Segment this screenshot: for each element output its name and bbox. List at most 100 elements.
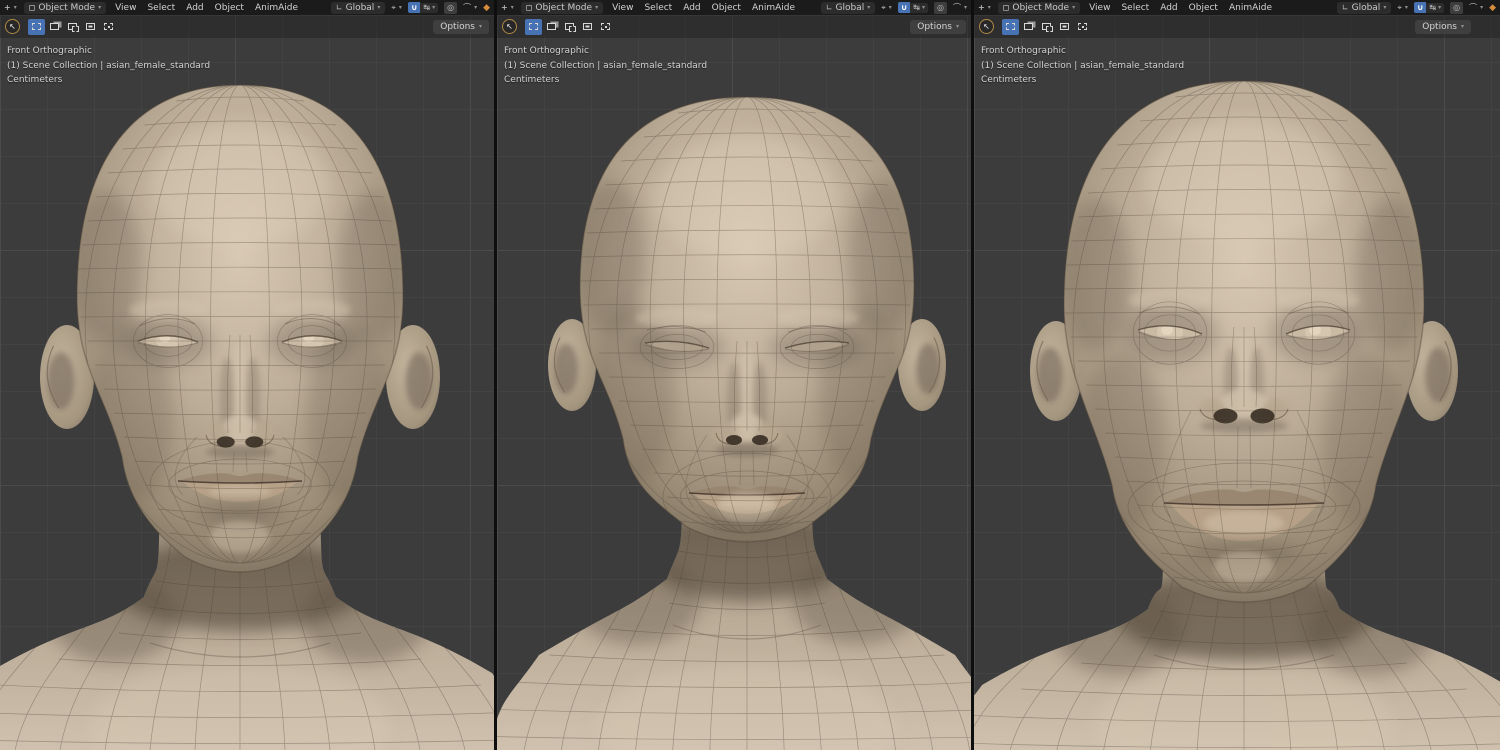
menu-select[interactable]: Select <box>145 3 177 13</box>
snap-settings-dropdown[interactable]: ↹ ▾ <box>910 2 928 13</box>
active-tool-icon[interactable]: ↖ <box>502 19 517 34</box>
chevron-down-icon: ▾ <box>478 22 482 30</box>
snapping-group: ∪ ↹ ▾ <box>897 2 928 13</box>
menu-select[interactable]: Select <box>642 3 674 13</box>
orientation-dropdown[interactable]: ∟ Global ▾ <box>1336 1 1392 14</box>
snap-toggle-button[interactable]: ∪ <box>897 2 911 13</box>
editor-type-button[interactable]: + ▾ <box>501 3 514 12</box>
select-mode-set[interactable] <box>1002 18 1019 35</box>
chevron-down-icon: ▾ <box>98 3 102 11</box>
pivot-dropdown[interactable]: ⌖ ▾ <box>1397 3 1408 12</box>
menu-animaide[interactable]: AnimAide <box>750 3 797 13</box>
gizmo-icon[interactable]: ◆ <box>483 3 490 13</box>
editor-type-icon: + <box>978 2 985 12</box>
active-tool-icon[interactable]: ↖ <box>979 19 994 34</box>
orientation-label: Global <box>1351 2 1381 13</box>
select-mode-invert[interactable] <box>1056 18 1073 35</box>
mode-dropdown[interactable]: ◻ Object Mode ▾ <box>23 1 107 14</box>
mode-dropdown[interactable]: ◻ Object Mode ▾ <box>520 1 604 14</box>
options-label: Options <box>440 21 475 32</box>
menu-object[interactable]: Object <box>213 3 246 13</box>
falloff-dropdown[interactable]: ⌒ ▾ <box>463 2 477 12</box>
chevron-down-icon: ▾ <box>921 3 925 11</box>
falloff-dropdown[interactable]: ⌒ ▾ <box>1469 3 1483 12</box>
proportional-edit-toggle[interactable]: ◎ <box>934 1 947 14</box>
options-dropdown[interactable]: Options ▾ <box>1415 19 1471 34</box>
magnet-icon: ∪ <box>900 3 908 12</box>
menu-view[interactable]: View <box>113 3 138 13</box>
head-model-male <box>0 84 494 750</box>
orientation-label: Global <box>345 2 375 13</box>
menu-add[interactable]: Add <box>1158 3 1179 13</box>
chevron-down-icon: ▾ <box>963 3 967 11</box>
snap-target-icon: ↹ <box>423 2 431 12</box>
tool-settings-bar: ↖ Options ▾ <box>0 15 494 38</box>
snap-settings-dropdown[interactable]: ↹ ▾ <box>420 2 439 13</box>
options-dropdown[interactable]: Options ▾ <box>910 19 966 34</box>
proportional-edit-toggle[interactable]: ◎ <box>1450 1 1464 14</box>
blender-three-viewports: + ▾ ◻ Object Mode ▾ View Select Add Obje… <box>0 0 1500 750</box>
select-mode-group <box>525 18 614 35</box>
snap-toggle-button[interactable]: ∪ <box>1413 2 1427 13</box>
active-tool-icon[interactable]: ↖ <box>5 19 20 34</box>
viewport-header: + ▾ ◻ Object Mode ▾ View Select Add Obje… <box>0 0 494 15</box>
proportional-icon: ◎ <box>1453 2 1461 12</box>
gizmo-icon[interactable]: ◆ <box>1489 3 1496 13</box>
editor-type-icon: + <box>4 2 11 12</box>
chevron-down-icon: ▾ <box>867 3 871 11</box>
viewport-panel-3: + ▾ ◻ Object Mode ▾ View Select Add Obje… <box>974 0 1500 750</box>
menu-view[interactable]: View <box>610 3 635 13</box>
header-right-cluster: ∟ Global ▾ ⌖ ▾ ∪ ↹ ▾ ◎ <box>330 1 490 14</box>
magnet-icon: ∪ <box>410 3 418 12</box>
viewport-canvas-2[interactable]: ↖ Options ▾ Front Orthographic (1) Scene… <box>497 15 971 750</box>
orientation-dropdown[interactable]: ∟ Global ▾ <box>820 1 876 14</box>
falloff-icon: ⌒ <box>463 2 472 12</box>
menu-select[interactable]: Select <box>1119 3 1151 13</box>
viewport-canvas-3[interactable]: ↖ Options ▾ Front Orthographic (1) Scene… <box>974 15 1500 750</box>
chevron-down-icon: ▾ <box>955 22 959 30</box>
pivot-dropdown[interactable]: ⌖ ▾ <box>881 2 892 12</box>
menu-animaide[interactable]: AnimAide <box>1227 3 1274 13</box>
falloff-dropdown[interactable]: ⌒ ▾ <box>953 3 967 12</box>
snap-toggle-button[interactable]: ∪ <box>407 2 421 13</box>
header-right-cluster: ∟ Global ▾ ⌖ ▾ ∪ ↹ ▾ ◎ <box>820 1 967 14</box>
viewport-canvas-1[interactable]: ↖ Options ▾ Front Orthographic (1) Scene… <box>0 15 494 750</box>
pivot-icon: ⌖ <box>881 2 886 12</box>
menu-view[interactable]: View <box>1087 3 1112 13</box>
editor-type-button[interactable]: + ▾ <box>4 2 17 12</box>
select-mode-subtract[interactable] <box>64 18 81 35</box>
object-mode-icon: ◻ <box>28 2 36 12</box>
select-mode-extend[interactable] <box>46 18 63 35</box>
select-mode-subtract[interactable] <box>561 18 578 35</box>
select-mode-intersect[interactable] <box>1074 18 1091 35</box>
head-model-wide <box>974 80 1500 750</box>
options-label: Options <box>917 21 952 32</box>
pivot-dropdown[interactable]: ⌖ ▾ <box>391 3 402 12</box>
select-mode-set[interactable] <box>28 18 45 35</box>
head-model-female <box>497 96 971 750</box>
chevron-down-icon: ▾ <box>510 3 514 11</box>
orientation-dropdown[interactable]: ∟ Global ▾ <box>330 1 386 14</box>
select-mode-subtract[interactable] <box>1038 18 1055 35</box>
menu-object[interactable]: Object <box>1187 3 1220 13</box>
mode-dropdown[interactable]: ◻ Object Mode ▾ <box>997 1 1081 14</box>
proportional-edit-toggle[interactable]: ◎ <box>444 1 458 14</box>
menu-object[interactable]: Object <box>710 3 743 13</box>
orientation-label: Global <box>835 2 865 13</box>
menu-add[interactable]: Add <box>681 3 702 13</box>
select-mode-invert[interactable] <box>579 18 596 35</box>
select-mode-extend[interactable] <box>1020 18 1037 35</box>
menu-add[interactable]: Add <box>184 3 205 13</box>
menu-animaide[interactable]: AnimAide <box>253 3 300 13</box>
select-mode-set[interactable] <box>525 18 542 35</box>
select-mode-intersect[interactable] <box>100 18 117 35</box>
select-mode-intersect[interactable] <box>597 18 614 35</box>
viewport-header: + ▾ ◻ Object Mode ▾ View Select Add Obje… <box>497 0 971 15</box>
chevron-down-icon: ▾ <box>432 3 436 11</box>
editor-type-button[interactable]: + ▾ <box>978 2 991 12</box>
select-mode-invert[interactable] <box>82 18 99 35</box>
snap-settings-dropdown[interactable]: ↹ ▾ <box>1426 2 1445 13</box>
magnet-icon: ∪ <box>1416 3 1424 12</box>
select-mode-extend[interactable] <box>543 18 560 35</box>
options-dropdown[interactable]: Options ▾ <box>433 19 489 34</box>
